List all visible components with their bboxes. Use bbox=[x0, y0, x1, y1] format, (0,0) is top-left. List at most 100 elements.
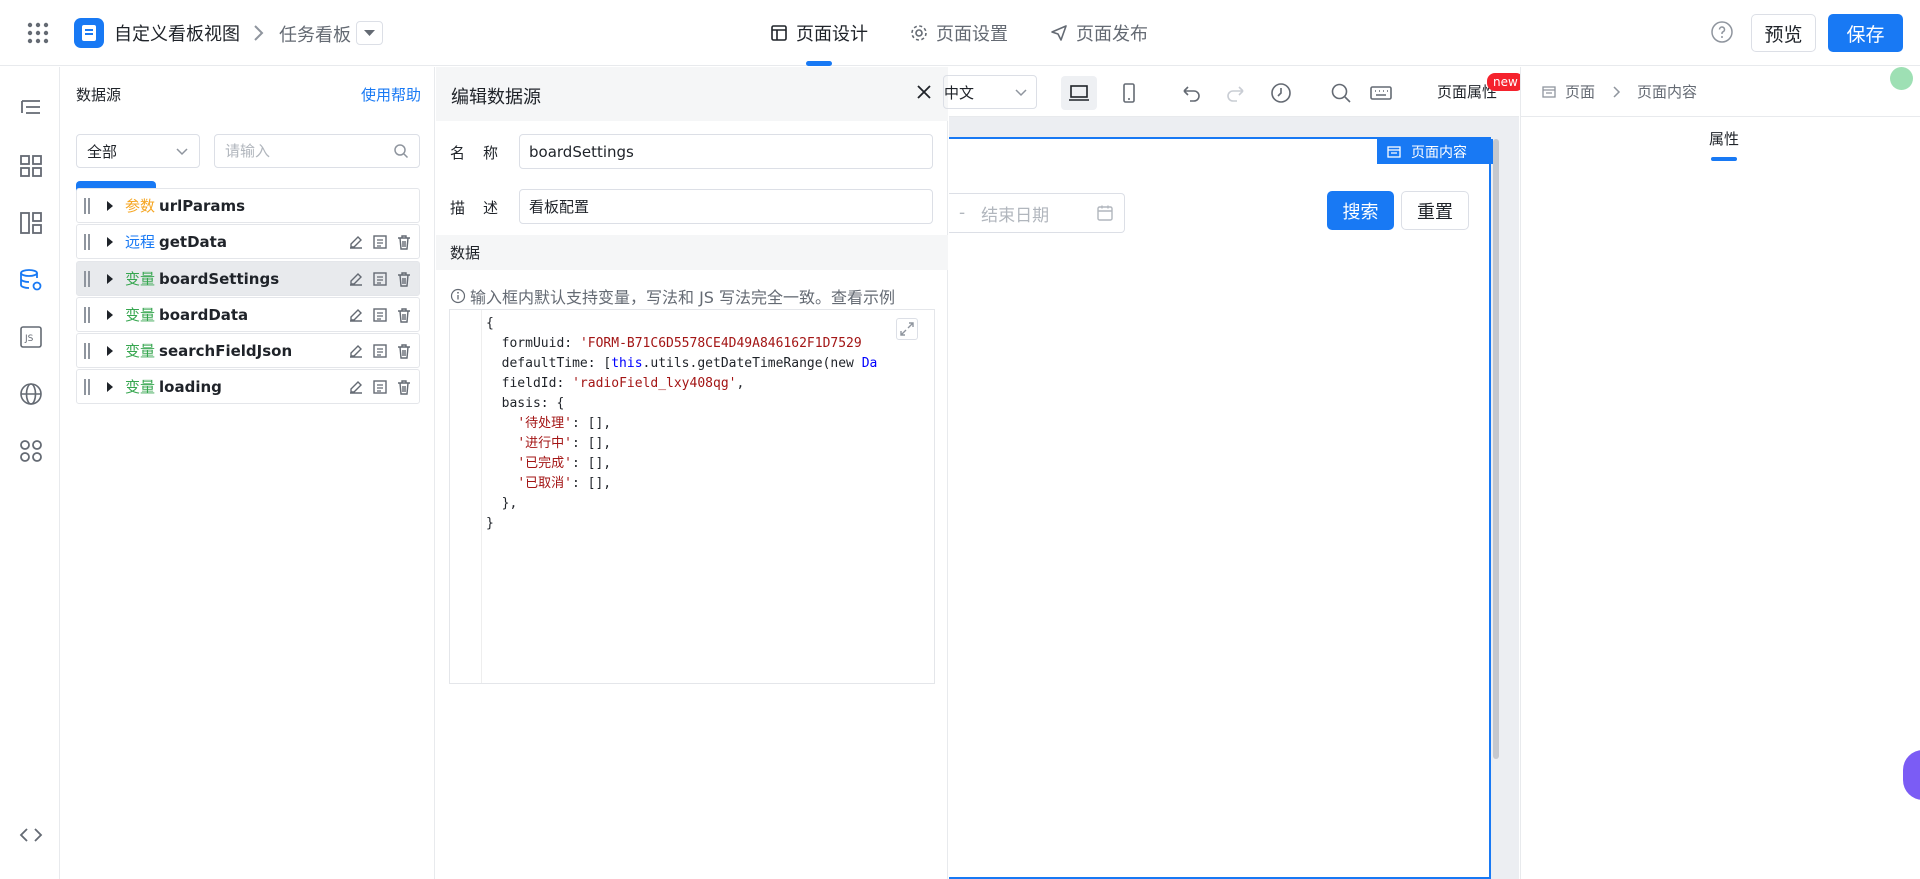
expand-caret-icon[interactable] bbox=[103, 272, 117, 286]
datasource-item[interactable]: 变量 boardData bbox=[76, 297, 420, 332]
layout-icon bbox=[771, 25, 787, 41]
breadcrumb-page[interactable]: 页面 bbox=[1565, 81, 1595, 102]
item-name: boardData bbox=[159, 305, 249, 324]
delete-icon[interactable] bbox=[395, 270, 413, 288]
delete-icon[interactable] bbox=[395, 378, 413, 396]
help-icon[interactable] bbox=[1710, 20, 1734, 44]
filter-select[interactable]: 全部 bbox=[76, 134, 200, 168]
history-icon[interactable] bbox=[1269, 81, 1293, 105]
outline-icon[interactable] bbox=[18, 95, 44, 121]
search-button[interactable]: 搜索 bbox=[1327, 191, 1394, 230]
copy-icon[interactable] bbox=[371, 233, 389, 251]
copy-icon[interactable] bbox=[371, 270, 389, 288]
apps-icon[interactable] bbox=[18, 438, 44, 464]
drag-handle-icon[interactable] bbox=[77, 370, 97, 403]
layout-template-icon[interactable] bbox=[18, 210, 44, 236]
info-icon bbox=[450, 288, 466, 304]
code-content[interactable]: { formUuid: 'FORM-B71C6D5578CE4D49A84616… bbox=[486, 314, 926, 534]
breadcrumb-page-content[interactable]: 页面内容 bbox=[1637, 81, 1697, 102]
description-label: 描述 bbox=[450, 199, 517, 217]
expand-caret-icon[interactable] bbox=[103, 344, 117, 358]
redo-icon[interactable] bbox=[1224, 81, 1248, 105]
edit-icon[interactable] bbox=[347, 378, 365, 396]
item-actions bbox=[347, 342, 413, 360]
end-date-field[interactable]: - 结束日期 bbox=[949, 193, 1125, 233]
globe-icon[interactable] bbox=[18, 381, 44, 407]
datasource-item[interactable]: 变量 boardSettings bbox=[76, 261, 420, 296]
copy-icon[interactable] bbox=[371, 378, 389, 396]
expand-caret-icon[interactable] bbox=[103, 308, 117, 322]
item-type-tag: 变量 bbox=[125, 342, 156, 360]
panel-title: 数据源 bbox=[76, 86, 122, 104]
edit-icon[interactable] bbox=[347, 306, 365, 324]
datasource-item[interactable]: 变量 loading bbox=[76, 369, 420, 404]
name-input[interactable] bbox=[529, 142, 919, 161]
search-field[interactable] bbox=[214, 134, 420, 168]
app-title[interactable]: 自定义看板视图 bbox=[114, 20, 240, 46]
tab-properties[interactable]: 属性 bbox=[1709, 128, 1739, 149]
item-actions bbox=[347, 270, 413, 288]
app-grid-icon[interactable] bbox=[26, 21, 50, 45]
search-input[interactable] bbox=[225, 142, 385, 160]
delete-icon[interactable] bbox=[395, 342, 413, 360]
edit-icon[interactable] bbox=[347, 270, 365, 288]
drag-handle-icon[interactable] bbox=[77, 189, 97, 222]
mobile-view-icon[interactable] bbox=[1111, 76, 1147, 110]
edit-icon[interactable] bbox=[347, 342, 365, 360]
name-field[interactable] bbox=[519, 134, 933, 169]
tab-page-settings[interactable]: 页面设置 bbox=[910, 20, 1008, 46]
copy-icon[interactable] bbox=[371, 342, 389, 360]
expand-caret-icon[interactable] bbox=[103, 380, 117, 394]
description-field[interactable] bbox=[519, 189, 933, 224]
expand-icon[interactable] bbox=[896, 318, 918, 340]
chevron-down-icon bbox=[1015, 89, 1027, 97]
close-icon[interactable] bbox=[914, 82, 934, 102]
page-dropdown-button[interactable] bbox=[356, 21, 383, 45]
expand-caret-icon[interactable] bbox=[103, 235, 117, 249]
code-icon[interactable] bbox=[18, 822, 44, 848]
copy-icon[interactable] bbox=[371, 306, 389, 324]
drag-handle-icon[interactable] bbox=[77, 334, 97, 367]
code-editor[interactable]: { formUuid: 'FORM-B71C6D5578CE4D49A84616… bbox=[449, 309, 935, 684]
canvas-toolbar: 中文 页面属性 new bbox=[943, 67, 1524, 117]
keyboard-icon[interactable] bbox=[1369, 81, 1393, 105]
search-icon bbox=[394, 144, 409, 159]
undo-icon[interactable] bbox=[1179, 81, 1203, 105]
panel-title: 编辑数据源 bbox=[451, 87, 541, 108]
help-link[interactable]: 使用帮助 bbox=[361, 84, 421, 105]
save-button[interactable]: 保存 bbox=[1828, 14, 1903, 52]
datasource-panel: 数据源 使用帮助 全部 添加 参数urlParams远程getData变量boa… bbox=[61, 67, 435, 879]
datasource-icon[interactable] bbox=[18, 267, 44, 293]
page-name[interactable]: 任务看板 bbox=[279, 21, 351, 47]
edit-icon[interactable] bbox=[347, 233, 365, 251]
desktop-view-icon[interactable] bbox=[1061, 76, 1097, 110]
preview-button[interactable]: 预览 bbox=[1751, 14, 1816, 52]
description-input[interactable] bbox=[529, 197, 919, 216]
item-name: boardSettings bbox=[159, 269, 280, 288]
canvas-scrollbar[interactable] bbox=[1493, 139, 1499, 759]
item-name: urlParams bbox=[159, 196, 246, 215]
components-icon[interactable] bbox=[18, 153, 44, 179]
drag-handle-icon[interactable] bbox=[77, 298, 97, 331]
search-icon[interactable] bbox=[1329, 81, 1353, 105]
delete-icon[interactable] bbox=[395, 233, 413, 251]
datasource-item[interactable]: 参数 urlParams bbox=[76, 188, 420, 223]
datasource-item[interactable]: 远程 getData bbox=[76, 224, 420, 259]
language-value: 中文 bbox=[944, 83, 975, 102]
expand-caret-icon[interactable] bbox=[103, 199, 117, 213]
language-select[interactable]: 中文 bbox=[943, 75, 1037, 109]
reset-button[interactable]: 重置 bbox=[1401, 191, 1469, 230]
item-type-tag: 变量 bbox=[125, 270, 156, 288]
active-tab-indicator bbox=[806, 61, 832, 66]
page-icon bbox=[1387, 145, 1401, 158]
drag-handle-icon[interactable] bbox=[77, 225, 97, 258]
tab-page-design[interactable]: 页面设计 bbox=[770, 20, 868, 46]
js-icon[interactable]: JS bbox=[18, 324, 44, 350]
delete-icon[interactable] bbox=[395, 306, 413, 324]
chevron-right-icon bbox=[248, 23, 268, 43]
drag-handle-icon[interactable] bbox=[77, 262, 97, 295]
datasource-item[interactable]: 变量 searchFieldJson bbox=[76, 333, 420, 368]
edit-datasource-panel: 编辑数据源 名称 描述 数据 输入框内默认支持变量，写法和 JS 写法完全一致。… bbox=[436, 67, 948, 879]
content-card bbox=[949, 597, 1471, 637]
tab-page-publish[interactable]: 页面发布 bbox=[1050, 20, 1148, 46]
